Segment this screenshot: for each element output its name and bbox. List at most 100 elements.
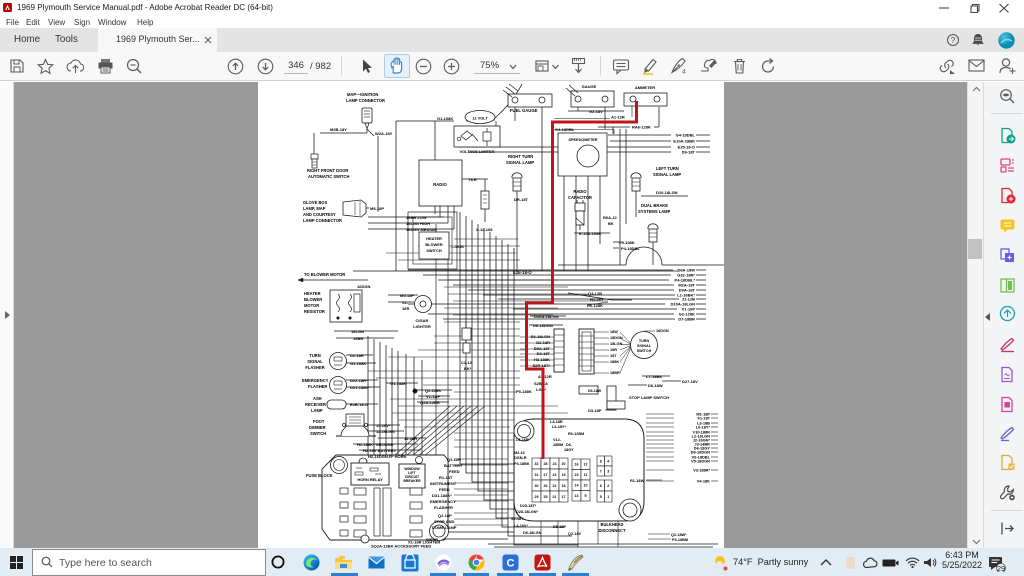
svg-text:A1-12R: A1-12R <box>611 115 625 120</box>
svg-text:TURN: TURN <box>309 353 320 358</box>
svg-text:29: 29 <box>535 495 539 499</box>
svg-text:R6A-12: R6A-12 <box>603 215 618 220</box>
svg-text:AUTOMATIC SWITCH: AUTOMATIC SWITCH <box>308 174 350 179</box>
svg-text:RIGHT FRONT DOOR: RIGHT FRONT DOOR <box>307 168 348 173</box>
svg-text:RA6-128K: RA6-128K <box>632 125 651 130</box>
svg-text:9: 9 <box>585 494 587 498</box>
svg-text:X-12-108: X-12-108 <box>476 227 493 232</box>
svg-text:A1-12R: A1-12R <box>538 374 552 379</box>
svg-text:DGN-R: DGN-R <box>514 456 527 460</box>
svg-text:SIGNAL LAMP: SIGNAL LAMP <box>653 172 681 177</box>
svg-text:SIGNAL: SIGNAL <box>307 359 323 364</box>
svg-text:EMERGENCY: EMERGENCY <box>302 378 329 383</box>
svg-text:LAMP CONNECTOR: LAMP CONNECTOR <box>303 218 342 223</box>
svg-text:4.: 4. <box>682 70 687 76</box>
svg-text:P3-18BK: P3-18BK <box>514 462 530 466</box>
svg-text:188K: 188K <box>610 360 619 364</box>
svg-text:L5-16R: L5-16R <box>516 438 529 442</box>
svg-text:12-16R: 12-16R <box>404 436 417 441</box>
svg-text:LGN*: LGN* <box>536 387 546 392</box>
svg-text:SYSTEMS LAMP: SYSTEMS LAMP <box>638 209 671 214</box>
svg-text:D6-18W: D6-18W <box>648 383 663 388</box>
svg-text:H2-16DGN-R* HORN: H2-16DGN-R* HORN <box>368 454 407 459</box>
svg-text:27: 27 <box>544 473 548 477</box>
svg-text:28: 28 <box>544 462 548 466</box>
svg-text:DISCONNECT: DISCONNECT <box>598 528 626 533</box>
svg-text:D21-188K*: D21-188K* <box>350 385 370 390</box>
svg-text:18W: 18W <box>610 330 618 334</box>
svg-text:TURN: TURN <box>639 339 650 343</box>
svg-text:23: 23 <box>553 473 557 477</box>
svg-text:D3-18P: D3-18P <box>588 408 602 413</box>
svg-text:16DGN: 16DGN <box>656 329 669 333</box>
svg-text:8: 8 <box>600 459 602 463</box>
svg-text:LAMP, MAP: LAMP, MAP <box>303 206 326 211</box>
svg-text:14: 14 <box>575 484 579 488</box>
svg-text:LIGHTER: LIGHTER <box>413 324 431 329</box>
svg-text:Q2-18V: Q2-18V <box>568 532 582 536</box>
svg-text:V5-18DGN: V5-18DGN <box>691 458 710 463</box>
svg-text:H3-188K: H3-188K <box>534 357 550 362</box>
svg-text:15: 15 <box>575 473 579 477</box>
svg-text:16DGN: 16DGN <box>357 284 370 289</box>
svg-text:18R: 18R <box>610 348 617 352</box>
svg-text:19: 19 <box>562 473 566 477</box>
svg-text:FLASHER: FLASHER <box>308 384 327 389</box>
svg-text:SWITCH: SWITCH <box>637 349 652 353</box>
svg-text:18: 18 <box>562 484 566 488</box>
svg-text:P5-188K: P5-188K <box>516 389 532 394</box>
svg-text:D2-18R: D2-18R <box>350 353 364 358</box>
svg-text:MOTOR: MOTOR <box>304 303 319 308</box>
svg-text:AND COURTESY: AND COURTESY <box>303 212 336 217</box>
svg-text:P4-18DBL: P4-18DBL <box>621 246 640 251</box>
svg-text:LAMP: LAMP <box>311 408 323 413</box>
svg-text:E2E-18-O: E2E-18-O <box>513 270 532 275</box>
svg-text:P3-18BM: P3-18BM <box>672 538 688 542</box>
svg-text:4: 4 <box>607 459 609 463</box>
svg-text:?: ? <box>951 36 956 45</box>
svg-text:D6-: D6- <box>566 443 573 447</box>
svg-text:G1-108K: G1-108K <box>350 361 366 366</box>
svg-text:S2R-18T*: S2R-18T* <box>532 363 550 368</box>
svg-text:BULKHEAD: BULKHEAD <box>601 522 624 527</box>
svg-text:D31-188K*: D31-188K* <box>432 493 452 498</box>
svg-text:STOP AND: STOP AND <box>434 519 454 524</box>
svg-text:VOLTAGE LIMITER: VOLTAGE LIMITER <box>460 149 495 154</box>
svg-text:L4-16V*: L4-16V* <box>514 524 528 528</box>
svg-text:E-15A-108K: E-15A-108K <box>579 231 601 236</box>
svg-text:H1-16Y: H1-16Y <box>590 297 604 302</box>
svg-text:16BR: 16BR <box>353 336 363 341</box>
svg-text:17: 17 <box>562 495 566 499</box>
svg-text:14-16V*: 14-16V* <box>376 423 391 428</box>
svg-text:SPEEDOMETER: SPEEDOMETER <box>568 138 597 142</box>
svg-text:Q3-12B: Q3-12B <box>588 291 602 296</box>
svg-text:18LGN: 18LGN <box>610 342 622 346</box>
svg-text:DIMMER: DIMMER <box>309 425 326 430</box>
svg-text:D28-18LGN*: D28-18LGN* <box>516 510 538 514</box>
svg-text:H2-16V BATTERY: H2-16V BATTERY <box>363 448 396 453</box>
svg-text:E10A-18BK: E10A-18BK <box>673 139 695 144</box>
svg-text:BK*: BK* <box>464 366 472 371</box>
svg-text:11: 11 <box>584 473 588 477</box>
svg-text:HEATER: HEATER <box>426 236 442 241</box>
svg-text:R1-18W: R1-18W <box>630 478 645 483</box>
svg-text:G1-108K: G1-108K <box>437 116 453 121</box>
svg-text:6: 6 <box>600 484 602 488</box>
svg-text:3: 3 <box>607 469 609 473</box>
svg-text:L3-18R: L3-18R <box>550 420 563 424</box>
svg-text:HEATER: HEATER <box>304 291 321 296</box>
svg-text:26: 26 <box>544 484 548 488</box>
svg-text:M5-18F: M5-18F <box>400 293 414 298</box>
svg-text:LEFT TURN: LEFT TURN <box>656 166 679 171</box>
svg-text:RADIO: RADIO <box>433 182 447 187</box>
svg-text:TO BLOWER MOTOR: TO BLOWER MOTOR <box>304 272 345 277</box>
svg-text:G4-16DBL: G4-16DBL <box>555 127 575 132</box>
svg-text:BLOWER: BLOWER <box>425 242 442 247</box>
svg-text:G4-18DBL: G4-18DBL <box>676 133 696 138</box>
svg-text:D10A-18LGN: D10A-18LGN <box>534 314 559 319</box>
svg-text:R6-128K: R6-128K <box>587 303 603 308</box>
svg-text:18GY: 18GY <box>564 448 574 452</box>
svg-text:18BR: 18BR <box>610 371 620 375</box>
svg-text:D2-18R: D2-18R <box>536 340 550 345</box>
svg-text:G1-188K: G1-188K <box>390 381 406 386</box>
